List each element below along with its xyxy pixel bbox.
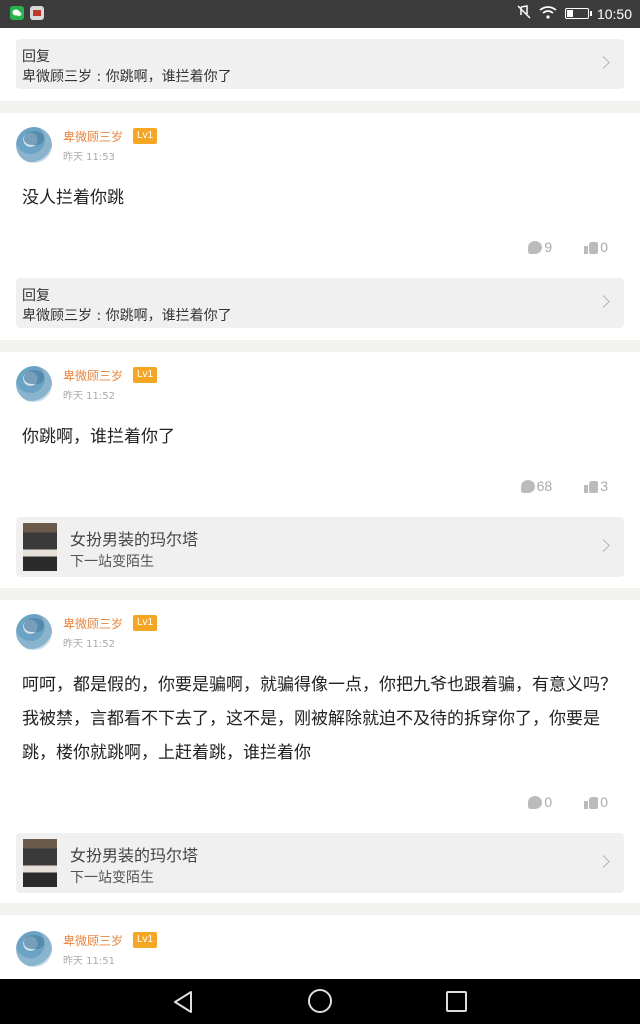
home-icon[interactable] [308,989,332,1013]
quoted-reply[interactable]: 回复 卑微顾三岁 : 你跳啊，谁拦着你了 [16,39,624,89]
post-header: 卑微顾三岁 Lv1 昨天 11:51 [16,931,416,971]
post-card: 回复 卑微顾三岁 : 你跳啊，谁拦着你了 [0,28,640,101]
book-author: 下一站变陌生 [70,554,154,570]
post-content: 你跳啊，谁拦着你了 [22,427,175,447]
avatar[interactable] [16,931,52,967]
mute-icon [517,5,531,22]
post-stats: 9 0 [528,237,608,257]
comment-icon [528,240,543,254]
wechat-icon [10,6,24,20]
thumbs-up-icon [584,241,599,254]
reply-label: 回复 [22,288,50,304]
book-cover [23,523,57,571]
like-button[interactable]: 3 [584,478,608,494]
reply-label: 回复 [22,49,50,65]
username[interactable]: 卑微顾三岁 [63,367,123,384]
like-count: 0 [600,794,608,810]
reply-text: 卑微顾三岁 : 你跳啊，谁拦着你了 [22,69,232,85]
shared-book-card[interactable]: 女扮男装的玛尔塔 下一站变陌生 [16,517,624,577]
avatar[interactable] [16,366,52,402]
reply-text: 卑微顾三岁 : 你跳啊，谁拦着你了 [22,308,232,324]
post-time: 昨天 11:53 [63,152,115,163]
post-header: 卑微顾三岁 Lv1 昨天 11:52 [16,614,416,654]
like-count: 3 [600,478,608,494]
post-header: 卑微顾三岁 Lv1 昨天 11:52 [16,366,416,406]
post-card: 卑微顾三岁 Lv1 昨天 11:51 [0,915,640,979]
navigation-bar [0,979,640,1024]
book-title: 女扮男装的玛尔塔 [70,530,199,549]
thumbs-up-icon [584,796,599,809]
avatar[interactable] [16,614,52,650]
comment-icon [528,795,543,809]
comment-count: 0 [544,794,553,810]
back-icon[interactable] [172,990,194,1018]
like-button[interactable]: 0 [584,239,608,255]
chevron-right-icon [597,56,610,69]
post-card: 卑微顾三岁 Lv1 昨天 11:53 没人拦着你跳 9 0 回复 卑微顾三岁 :… [0,113,640,340]
comment-feed[interactable]: 回复 卑微顾三岁 : 你跳啊，谁拦着你了 卑微顾三岁 Lv1 昨天 11:53 … [0,28,640,979]
post-header: 卑微顾三岁 Lv1 昨天 11:53 [16,127,416,167]
level-badge: Lv1 [133,367,158,383]
chevron-right-icon [597,855,610,868]
level-badge: Lv1 [133,932,158,948]
status-time: 10:50 [596,5,632,22]
shared-book-card[interactable]: 女扮男装的玛尔塔 下一站变陌生 [16,833,624,893]
app-icon [30,6,44,20]
comment-icon [520,479,535,493]
post-stats: 0 0 [528,792,608,812]
comment-button[interactable]: 68 [520,478,553,494]
post-card: 卑微顾三岁 Lv1 昨天 11:52 你跳啊，谁拦着你了 68 3 女扮男装的玛… [0,352,640,588]
thumbs-up-icon [584,480,599,493]
comment-button[interactable]: 9 [528,239,552,255]
post-content: 呵呵，都是假的，你要是骗啊，就骗得像一点，你把九爷也跟着骗，有意义吗？我被禁，言… [22,675,617,763]
quoted-reply[interactable]: 回复 卑微顾三岁 : 你跳啊，谁拦着你了 [16,278,624,328]
post-time: 昨天 11:51 [63,956,115,967]
post-time: 昨天 11:52 [63,391,115,402]
level-badge: Lv1 [133,615,158,631]
status-bar: 10:50 [0,0,640,28]
avatar[interactable] [16,127,52,163]
book-cover [23,839,57,887]
battery-icon [564,8,592,19]
level-badge: Lv1 [133,128,158,144]
comment-button[interactable]: 0 [528,794,552,810]
username[interactable]: 卑微顾三岁 [63,128,123,145]
chevron-right-icon [597,539,610,552]
chevron-right-icon [597,295,610,308]
wifi-icon [539,5,557,22]
like-count: 0 [600,239,608,255]
comment-count: 9 [544,239,553,255]
recent-apps-icon[interactable] [446,991,467,1012]
comment-count: 68 [536,478,553,494]
like-button[interactable]: 0 [584,794,608,810]
username[interactable]: 卑微顾三岁 [63,615,123,632]
post-content: 没人拦着你跳 [22,188,124,208]
post-card: 卑微顾三岁 Lv1 昨天 11:52 呵呵，都是假的，你要是骗啊，就骗得像一点，… [0,600,640,903]
username[interactable]: 卑微顾三岁 [63,932,123,949]
post-stats: 68 3 [520,476,608,496]
book-title: 女扮男装的玛尔塔 [70,846,199,865]
post-time: 昨天 11:52 [63,639,115,650]
book-author: 下一站变陌生 [70,870,154,886]
